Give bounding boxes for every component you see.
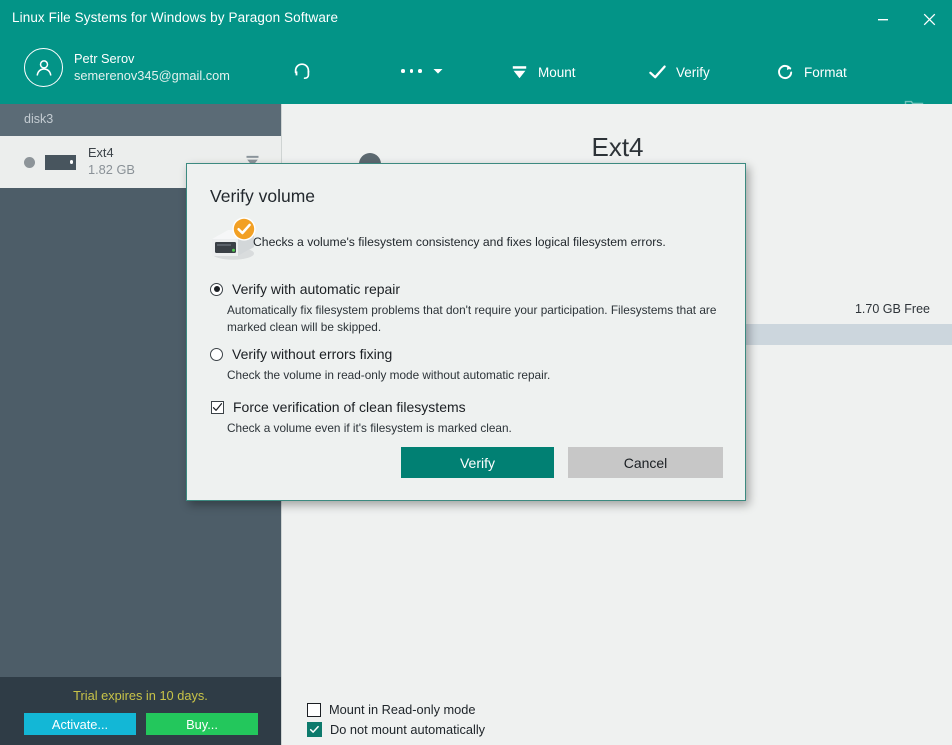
radio-verify-with-repair-description: Automatically fix filesystem problems th…: [227, 302, 722, 336]
volume-chip-icon: [45, 155, 76, 170]
minimize-icon: [876, 12, 890, 26]
checkbox-checked-icon: [307, 722, 322, 737]
checkbox-force-verification[interactable]: Force verification of clean filesystems: [211, 399, 466, 415]
radio-verify-without-fixing-label: Verify without errors fixing: [232, 346, 392, 362]
mount-button[interactable]: Mount: [510, 56, 576, 88]
buy-button[interactable]: Buy...: [146, 713, 258, 735]
radio-verify-with-repair-label: Verify with automatic repair: [232, 281, 400, 297]
radio-verify-without-fixing-description: Check the volume in read-only mode witho…: [227, 367, 722, 384]
activate-button[interactable]: Activate...: [24, 713, 136, 735]
trial-panel: Trial expires in 10 days. Activate... Bu…: [0, 677, 281, 745]
radio-verify-with-repair[interactable]: Verify with automatic repair: [210, 281, 400, 297]
checkmark-icon: [648, 63, 667, 82]
more-menu-button[interactable]: [388, 52, 458, 90]
minimize-button[interactable]: [860, 0, 906, 38]
support-button[interactable]: [285, 52, 319, 90]
checkbox-force-verification-description: Check a volume even if it's filesystem i…: [227, 420, 722, 437]
dialog-verify-button[interactable]: Verify: [401, 447, 554, 478]
close-icon: [921, 11, 938, 28]
checkbox-force-verification-label: Force verification of clean filesystems: [233, 399, 466, 415]
format-button[interactable]: Format: [776, 56, 847, 88]
account-email: semerenov345@gmail.com: [74, 68, 230, 84]
format-button-label: Format: [804, 65, 847, 80]
dialog-description: Checks a volume's filesystem consistency…: [253, 235, 666, 249]
headset-icon: [291, 60, 313, 82]
option-read-only[interactable]: Mount in Read-only mode: [307, 702, 485, 717]
verify-button[interactable]: Verify: [648, 56, 710, 88]
option-no-automount-label: Do not mount automatically: [330, 722, 485, 737]
window-title: Linux File Systems for Windows by Parago…: [12, 10, 338, 25]
close-button[interactable]: [906, 0, 952, 38]
radio-selected-icon: [210, 283, 223, 296]
mount-options: Mount in Read-only mode Do not mount aut…: [307, 702, 485, 737]
radio-verify-without-fixing[interactable]: Verify without errors fixing: [210, 346, 392, 362]
volume-name: Ext4: [88, 145, 135, 162]
checkbox-unchecked-icon: [307, 703, 321, 717]
toolbar: Petr Serov semerenov345@gmail.com Mount: [0, 38, 952, 104]
disk-label: disk3: [24, 112, 53, 126]
format-refresh-icon: [776, 63, 795, 82]
avatar: [24, 48, 63, 87]
radio-unselected-icon: [210, 348, 223, 361]
mount-button-label: Mount: [538, 65, 576, 80]
mount-arrow-icon: [510, 63, 529, 82]
page-title: Ext4: [282, 132, 952, 163]
option-read-only-label: Mount in Read-only mode: [329, 702, 476, 717]
three-dots-icon: [401, 69, 422, 73]
account-block[interactable]: Petr Serov semerenov345@gmail.com: [24, 48, 230, 87]
title-bar: Linux File Systems for Windows by Parago…: [0, 0, 952, 38]
volume-size: 1.82 GB: [88, 162, 135, 179]
checkbox-checked-outline-icon: [211, 401, 224, 414]
status-dot-icon: [24, 157, 35, 168]
chevron-down-icon: [431, 64, 445, 78]
account-name: Petr Serov: [74, 51, 230, 67]
dialog-cancel-button[interactable]: Cancel: [568, 447, 723, 478]
disk-header[interactable]: disk3: [0, 104, 281, 136]
option-no-automount[interactable]: Do not mount automatically: [307, 722, 485, 737]
user-avatar-icon: [32, 56, 56, 80]
verify-volume-dialog: Verify volume Checks a volume's filesyst…: [186, 163, 746, 501]
application-window: Linux File Systems for Windows by Parago…: [0, 0, 952, 745]
trial-message: Trial expires in 10 days.: [0, 688, 281, 703]
free-space-label: 1.70 GB Free: [855, 302, 930, 316]
dialog-title: Verify volume: [210, 186, 315, 207]
verify-button-label: Verify: [676, 65, 710, 80]
